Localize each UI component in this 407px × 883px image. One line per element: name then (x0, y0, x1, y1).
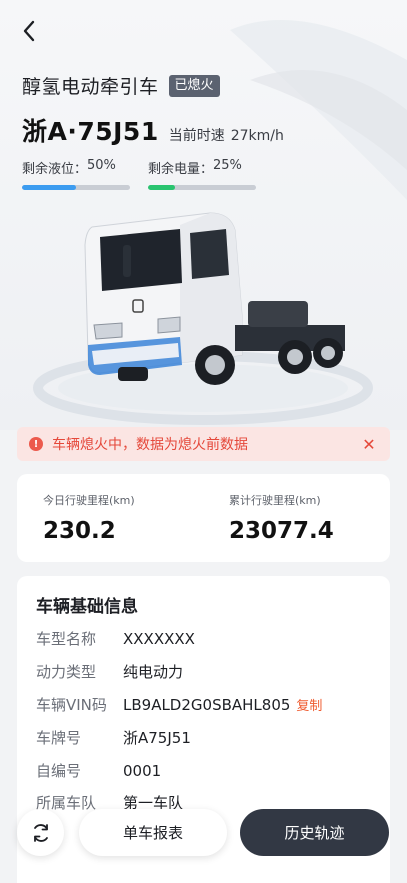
copy-vin-button[interactable]: 复制 (296, 695, 322, 714)
close-icon[interactable]: ✕ (360, 435, 378, 454)
refresh-icon (33, 823, 48, 842)
alert-text: 车辆熄火中，数据为熄火前数据 (52, 437, 248, 453)
info-row-model: 车型名称 XXXXXXX (36, 628, 195, 649)
vehicle-detail-page: 醇氢电动牵引车 已熄火 浙A·75J51 当前时速 27km/h 剩余液位： 5… (0, 0, 407, 883)
info-value: 0001 (123, 761, 162, 780)
vehicle-report-button[interactable]: 单车报表 (79, 809, 227, 856)
plate-number: 浙A·75J51 (22, 117, 159, 146)
total-mileage-label: 累计行驶里程(km) (229, 494, 321, 507)
gauge-label: 剩余电量： (148, 162, 214, 177)
info-key: 车型名称 (36, 630, 97, 648)
battery-level-gauge: 剩余电量： 25% (148, 158, 256, 190)
info-key: 车牌号 (36, 729, 82, 747)
info-value: 纯电动力 (123, 663, 184, 681)
chevron-left-icon (23, 20, 35, 42)
total-mileage: 累计行驶里程(km) 23077.4 (229, 492, 334, 544)
info-row-plate: 车牌号 浙A75J51 (36, 727, 191, 748)
gauge-fill (148, 185, 175, 190)
today-mileage: 今日行驶里程(km) 230.2 (43, 492, 135, 544)
info-title: 车辆基础信息 (36, 597, 138, 617)
engine-off-alert: ! 车辆熄火中，数据为熄火前数据 ✕ (17, 427, 390, 461)
total-mileage-value: 23077.4 (229, 518, 334, 544)
info-value: XXXXXXX (123, 629, 195, 648)
back-button[interactable] (14, 16, 44, 46)
info-value: 浙A75J51 (123, 729, 191, 747)
gauge-fill (22, 185, 76, 190)
info-key: 车辆VIN码 (36, 696, 107, 714)
today-mileage-label: 今日行驶里程(km) (43, 494, 135, 507)
info-row-power-type: 动力类型 纯电动力 (36, 661, 183, 682)
gauge-value: 25% (213, 158, 242, 173)
vehicle-type: 醇氢电动牵引车 (22, 76, 159, 98)
fuel-level-gauge: 剩余液位： 50% (22, 158, 130, 190)
gauge-value: 50% (87, 158, 116, 173)
gauge-label: 剩余液位： (22, 162, 88, 177)
gauge-track (148, 185, 256, 190)
plate-row: 浙A·75J51 当前时速 27km/h (22, 112, 284, 148)
info-row-self-number: 自编号 0001 (36, 760, 161, 781)
title-row: 醇氢电动牵引车 已熄火 (22, 72, 220, 99)
info-key: 自编号 (36, 762, 82, 780)
today-mileage-value: 230.2 (43, 518, 116, 544)
speed-value: 27km/h (230, 128, 284, 144)
bottom-action-bar: 单车报表 历史轨迹 (0, 800, 407, 883)
info-row-vin: 车辆VIN码 LB9ALD2G0SBAHL805 复制 (36, 694, 322, 715)
info-value: LB9ALD2G0SBAHL805 (123, 695, 291, 714)
history-track-button[interactable]: 历史轨迹 (240, 809, 389, 856)
gauge-track (22, 185, 130, 190)
truck-image (84, 212, 345, 385)
mileage-card: 今日行驶里程(km) 230.2 累计行驶里程(km) 23077.4 (17, 474, 390, 562)
refresh-button[interactable] (17, 809, 64, 856)
info-key: 动力类型 (36, 663, 97, 681)
status-badge: 已熄火 (168, 74, 220, 97)
speed-label: 当前时速 (168, 128, 225, 144)
alert-icon: ! (29, 437, 43, 451)
